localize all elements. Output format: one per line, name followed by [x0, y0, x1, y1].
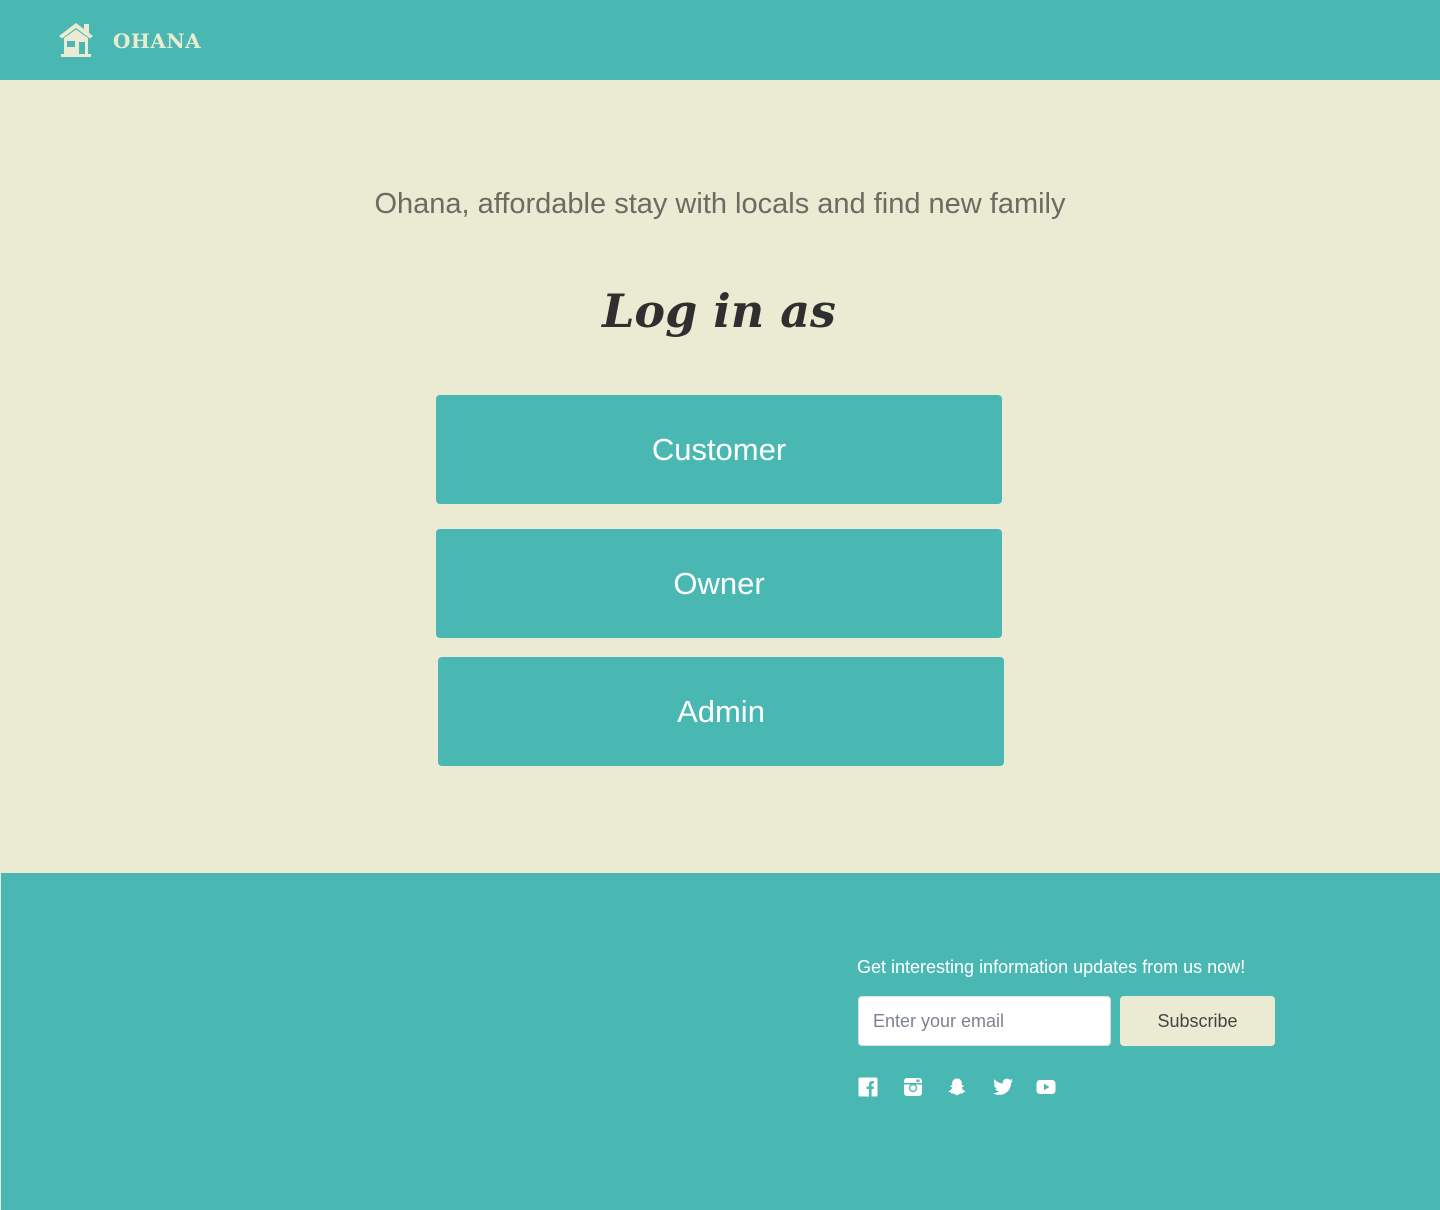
customer-login-button[interactable]: Customer: [436, 395, 1002, 504]
facebook-icon[interactable]: [858, 1077, 878, 1097]
snapchat-icon[interactable]: [947, 1077, 967, 1097]
youtube-icon[interactable]: [1036, 1077, 1056, 1097]
owner-login-button[interactable]: Owner: [436, 529, 1002, 638]
newsletter-text: Get interesting information updates from…: [857, 957, 1246, 977]
instagram-icon[interactable]: [903, 1077, 923, 1097]
top-header: OHANA: [0, 0, 1440, 80]
twitter-icon[interactable]: [992, 1077, 1013, 1097]
tagline: Ohana, affordable stay with locals and f…: [374, 188, 1066, 220]
brand-logo[interactable]: OHANA: [57, 20, 201, 58]
email-input[interactable]: [858, 996, 1111, 1046]
admin-login-button[interactable]: Admin: [438, 657, 1004, 766]
brand-name: OHANA: [113, 28, 202, 53]
house-icon: [57, 20, 95, 58]
subscribe-button[interactable]: Subscribe: [1120, 996, 1275, 1046]
login-title: Log in as: [602, 284, 836, 338]
